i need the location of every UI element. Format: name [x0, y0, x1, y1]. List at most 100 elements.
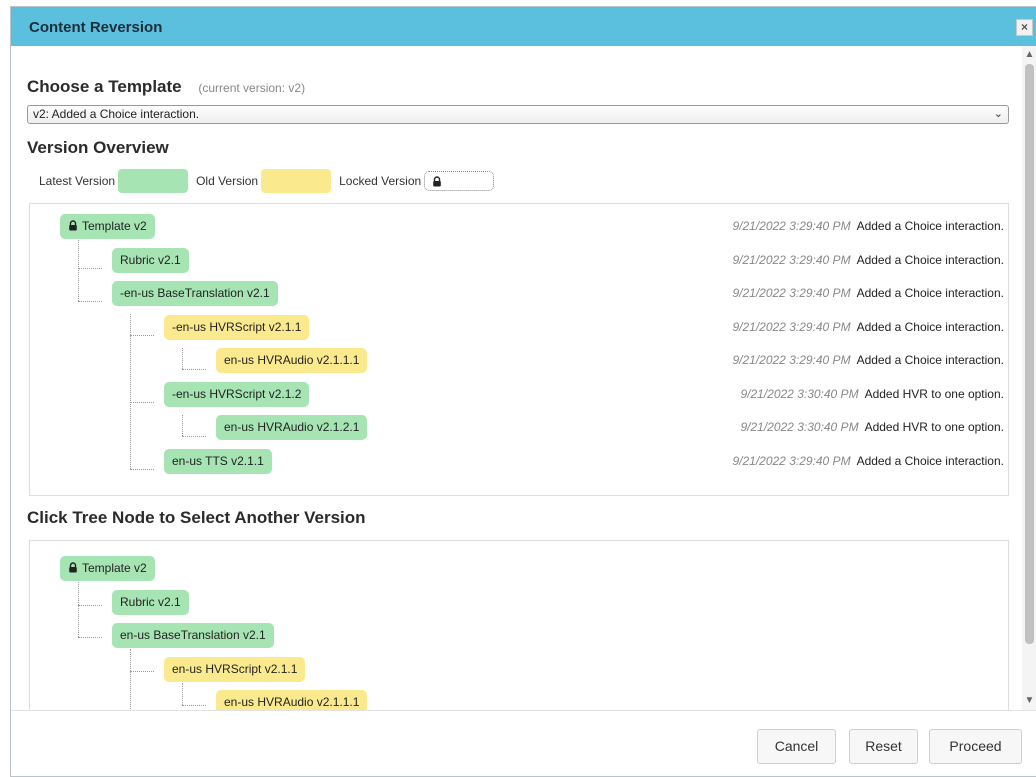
version-overview-tree: Template v2 9/21/2022 3:29:40 PM Added a C…: [29, 203, 1009, 496]
choose-template-heading: Choose a Template (current version: v2): [27, 77, 305, 97]
tree-connector: [130, 335, 154, 336]
tree-node-label: -en-us HVRScript v2.1.2: [172, 386, 302, 401]
content-reversion-dialog: Content Reversion × Choose a Template (c…: [10, 6, 1036, 777]
tree-node[interactable]: -en-us BaseTranslation v2.1: [112, 281, 278, 306]
choose-template-title: Choose a Template: [27, 77, 182, 96]
version-meta: 9/21/2022 3:29:40 PM Added a Choice inter…: [732, 449, 1004, 474]
scroll-down-arrow[interactable]: ▼: [1022, 694, 1036, 708]
tree-node[interactable]: en-us HVRScript v2.1.1: [164, 656, 306, 682]
tree-connector: [78, 605, 102, 606]
legend-latest-label: Latest Version: [39, 174, 116, 188]
version-timestamp: 9/21/2022 3:29:40 PM: [732, 286, 851, 300]
version-timestamp: 9/21/2022 3:30:40 PM: [740, 386, 859, 401]
tree-node-label: -en-us BaseTranslation v2.1: [120, 286, 270, 300]
tree-connector: [130, 402, 154, 403]
current-version-note: (current version: v2): [198, 81, 306, 95]
tree-node[interactable]: en-us HVRAudio v2.1.1.1: [216, 348, 368, 373]
lock-icon: [68, 219, 82, 233]
reset-button[interactable]: Reset: [849, 729, 918, 764]
version-description: Added a Choice interaction.: [856, 219, 1004, 233]
lock-icon: [433, 175, 441, 186]
tree-node[interactable]: Template v2: [60, 214, 155, 239]
version-meta: 9/21/2022 3:30:40 PM Added HVR to one opt…: [740, 415, 1004, 440]
dialog-content: Choose a Template (current version: v2) …: [11, 46, 1022, 710]
tree-node[interactable]: Rubric v2.1: [112, 247, 189, 273]
tree-connector: [78, 268, 102, 269]
tree-node-label: en-us HVRAudio v2.1.1.1: [224, 353, 360, 367]
version-description: Added a Choice interaction.: [856, 252, 1004, 267]
scroll-up-arrow[interactable]: ▲: [1022, 48, 1036, 62]
version-meta: 9/21/2022 3:30:40 PM Added HVR to one opt…: [740, 382, 1004, 407]
tree-node[interactable]: en-us BaseTranslation v2.1: [112, 623, 274, 648]
version-timestamp: 9/21/2022 3:30:40 PM: [740, 420, 859, 434]
version-timestamp: 9/21/2022 3:29:40 PM: [732, 453, 851, 468]
version-meta: 9/21/2022 3:29:40 PM Added a Choice inter…: [732, 348, 1004, 373]
close-button[interactable]: ×: [1016, 19, 1033, 36]
version-description: Added HVR to one option.: [864, 386, 1004, 401]
legend-locked-label: Locked Version: [339, 174, 422, 188]
tree-connector: [130, 314, 131, 469]
tree-node-label: en-us HVRAudio v2.1.1.1: [224, 695, 360, 709]
tree-connector: [78, 637, 102, 638]
lock-icon: [68, 561, 82, 575]
dialog-titlebar[interactable]: Content Reversion ×: [11, 7, 1036, 46]
version-legend: Latest Version Old Version Locked Versio…: [39, 168, 495, 194]
tree-node-label: Rubric v2.1: [120, 594, 181, 609]
proceed-button[interactable]: Proceed: [929, 729, 1022, 764]
dialog-title: Content Reversion: [29, 19, 163, 36]
version-timestamp: 9/21/2022 3:29:40 PM: [732, 319, 851, 334]
tree-node-label: -en-us HVRScript v2.1.1: [172, 319, 302, 334]
tree-connector: [182, 369, 206, 370]
tree-connector: [182, 683, 183, 705]
tree-connector: [130, 671, 154, 672]
cancel-button[interactable]: Cancel: [757, 729, 836, 764]
tree-connector: [130, 469, 154, 470]
tree-node-label: Rubric v2.1: [120, 252, 181, 267]
version-meta: 9/21/2022 3:29:40 PM Added a Choice inter…: [732, 281, 1004, 306]
tree-node[interactable]: en-us HVRAudio v2.1.2.1: [216, 415, 368, 440]
template-select-value: v2: Added a Choice interaction.: [33, 107, 200, 121]
version-description: Added HVR to one option.: [864, 420, 1004, 434]
tree-node-label: en-us BaseTranslation v2.1: [120, 628, 266, 642]
select-version-tree: Template v2 Rubric v2.1 en-us BaseTranslat…: [29, 540, 1009, 710]
tree-node[interactable]: Template v2: [60, 556, 155, 581]
version-description: Added a Choice interaction.: [856, 453, 1004, 468]
legend-old-label: Old Version: [196, 174, 259, 188]
tree-connector: [182, 705, 206, 706]
tree-connector: [182, 348, 183, 369]
version-meta: 9/21/2022 3:29:40 PM Added a Choice inter…: [732, 315, 1004, 340]
tree-node-label: en-us HVRAudio v2.1.2.1: [224, 420, 360, 434]
tree-connector: [78, 301, 102, 302]
version-timestamp: 9/21/2022 3:29:40 PM: [732, 353, 851, 367]
tree-connector: [130, 649, 131, 710]
version-description: Added a Choice interaction.: [856, 353, 1004, 367]
legend-locked-swatch: [424, 171, 495, 191]
tree-connector: [78, 579, 79, 637]
scrollbar-thumb[interactable]: [1025, 64, 1034, 644]
tree-node-label: en-us TTS v2.1.1: [172, 453, 264, 468]
version-description: Added a Choice interaction.: [856, 319, 1004, 334]
version-description: Added a Choice interaction.: [856, 286, 1004, 300]
tree-node[interactable]: -en-us HVRScript v2.1.1: [164, 314, 310, 340]
tree-node[interactable]: Rubric v2.1: [112, 589, 189, 615]
tree-connector: [182, 436, 206, 437]
chevron-down-icon: ⌄: [993, 108, 1003, 120]
version-timestamp: 9/21/2022 3:29:40 PM: [732, 252, 851, 267]
version-timestamp: 9/21/2022 3:29:40 PM: [732, 219, 851, 233]
dialog-footer: Cancel Reset Proceed: [11, 710, 1036, 776]
version-overview-heading: Version Overview: [27, 138, 169, 157]
template-version-select[interactable]: v2: Added a Choice interaction. ⌄: [27, 105, 1009, 124]
tree-node[interactable]: -en-us HVRScript v2.1.2: [164, 381, 310, 407]
tree-node[interactable]: en-us TTS v2.1.1: [164, 448, 272, 474]
tree-node-label: Template v2: [82, 561, 147, 575]
version-meta: 9/21/2022 3:29:40 PM Added a Choice inter…: [732, 214, 1004, 239]
select-version-heading: Click Tree Node to Select Another Versio…: [27, 508, 366, 527]
legend-latest-swatch: [118, 169, 189, 193]
tree-connector: [182, 415, 183, 436]
legend-old-swatch: [261, 169, 332, 193]
tree-node[interactable]: en-us HVRAudio v2.1.1.1: [216, 690, 368, 710]
tree-node-label: Template v2: [82, 219, 147, 233]
version-meta: 9/21/2022 3:29:40 PM Added a Choice inter…: [732, 248, 1004, 273]
tree-node-label: en-us HVRScript v2.1.1: [172, 661, 298, 676]
vertical-scrollbar[interactable]: ▲ ▼: [1022, 46, 1036, 710]
